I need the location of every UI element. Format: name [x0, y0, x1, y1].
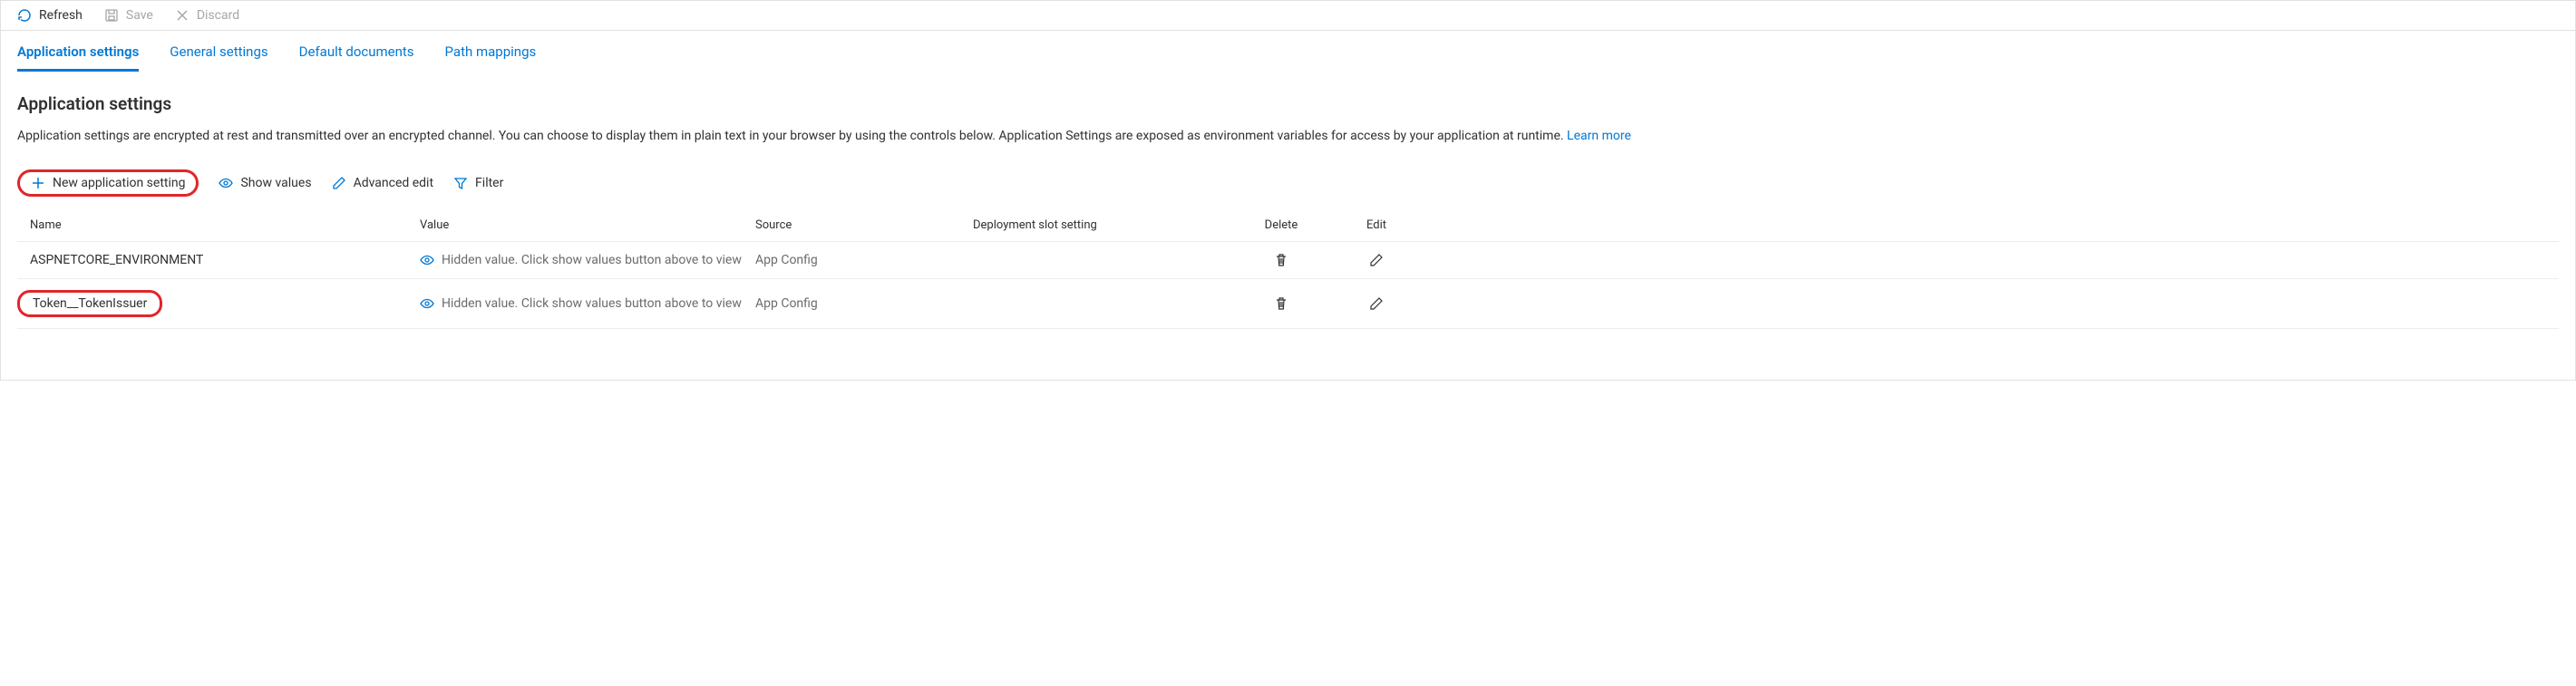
close-icon	[175, 8, 190, 23]
table-row: ASPNETCORE_ENVIRONMENT Hidden value. Clic…	[17, 242, 2559, 279]
setting-source: App Config	[755, 296, 973, 311]
new-application-setting-button[interactable]: New application setting	[17, 169, 199, 197]
trash-icon	[1274, 296, 1288, 311]
col-edit: Edit	[1336, 218, 1417, 232]
col-value: Value	[420, 218, 755, 232]
pencil-icon	[1369, 296, 1384, 311]
show-values-button[interactable]: Show values	[219, 176, 311, 190]
filter-button[interactable]: Filter	[453, 176, 503, 190]
eye-icon	[420, 296, 434, 311]
settings-table: Name Value Source Deployment slot settin…	[17, 209, 2559, 329]
setting-source: App Config	[755, 253, 973, 267]
hidden-value-text: Hidden value. Click show values button a…	[442, 253, 742, 267]
delete-button[interactable]	[1274, 253, 1288, 267]
hidden-value-text: Hidden value. Click show values button a…	[442, 296, 742, 311]
delete-button[interactable]	[1274, 296, 1288, 311]
advanced-edit-label: Advanced edit	[354, 176, 433, 190]
trash-icon	[1274, 253, 1288, 267]
learn-more-link[interactable]: Learn more	[1567, 129, 1631, 143]
refresh-label: Refresh	[39, 8, 83, 23]
command-bar: Refresh Save Discard	[1, 1, 2575, 31]
tab-application-settings[interactable]: Application settings	[17, 43, 139, 72]
tab-default-documents[interactable]: Default documents	[299, 43, 414, 72]
table-header: Name Value Source Deployment slot settin…	[17, 209, 2559, 242]
discard-label: Discard	[197, 8, 239, 23]
col-name: Name	[30, 218, 420, 232]
setting-name[interactable]: ASPNETCORE_ENVIRONMENT	[30, 253, 420, 267]
pencil-icon	[332, 176, 346, 190]
col-deployment-slot: Deployment slot setting	[973, 218, 1227, 232]
pencil-icon	[1369, 253, 1384, 267]
refresh-icon	[17, 8, 32, 23]
save-button[interactable]: Save	[104, 8, 153, 23]
edit-button[interactable]	[1369, 296, 1384, 311]
new-setting-label: New application setting	[53, 176, 185, 190]
section-description: Application settings are encrypted at re…	[17, 127, 2559, 146]
edit-button[interactable]	[1369, 253, 1384, 267]
save-label: Save	[126, 8, 153, 23]
table-row: Token__TokenIssuer Hidden value. Click sh…	[17, 279, 2559, 329]
tab-bar: Application settings General settings Defa…	[1, 31, 2575, 72]
save-icon	[104, 8, 119, 23]
settings-toolbar: New application setting Show values A	[17, 169, 2559, 197]
setting-value[interactable]: Hidden value. Click show values button a…	[420, 296, 755, 311]
refresh-button[interactable]: Refresh	[17, 8, 83, 23]
eye-icon	[420, 253, 434, 267]
tab-path-mappings[interactable]: Path mappings	[445, 43, 537, 72]
col-source: Source	[755, 218, 973, 232]
filter-icon	[453, 176, 468, 190]
setting-name[interactable]: Token__TokenIssuer	[17, 290, 162, 317]
tab-general-settings[interactable]: General settings	[170, 43, 267, 72]
setting-value[interactable]: Hidden value. Click show values button a…	[420, 253, 755, 267]
filter-label: Filter	[475, 176, 503, 190]
show-values-label: Show values	[240, 176, 311, 190]
discard-button[interactable]: Discard	[175, 8, 239, 23]
col-delete: Delete	[1227, 218, 1336, 232]
section-title: Application settings	[17, 93, 2559, 114]
plus-icon	[31, 176, 45, 190]
eye-icon	[219, 176, 233, 190]
advanced-edit-button[interactable]: Advanced edit	[332, 176, 433, 190]
